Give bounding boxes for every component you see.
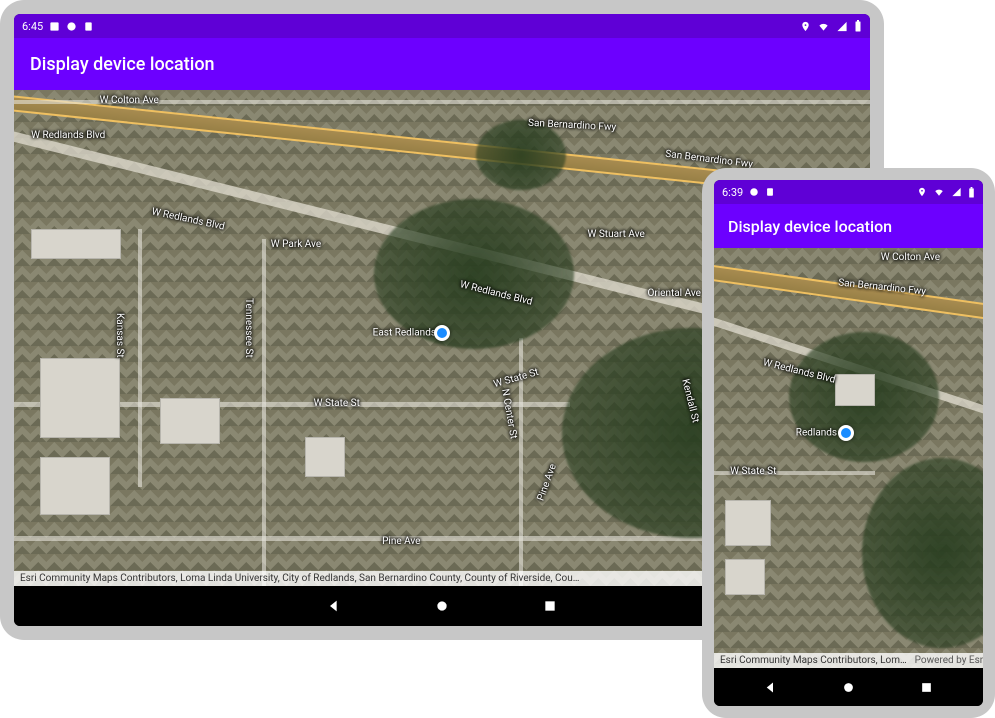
nav-back-button[interactable]: [762, 678, 780, 696]
app-bar: Display device location: [714, 204, 983, 248]
vegetation: [862, 458, 983, 648]
nav-bar: [714, 668, 983, 706]
app-bar: Display device location: [14, 38, 870, 90]
phone-status-bar: 6:39: [714, 180, 983, 204]
tablet-status-bar: 6:45: [14, 14, 870, 38]
powered-by: Powered by Esri: [915, 655, 983, 666]
street-label: W Colton Ave: [881, 252, 940, 263]
road-v: [519, 338, 523, 586]
signal-icon: [836, 21, 848, 32]
wifi-icon: [817, 21, 830, 32]
building: [835, 374, 875, 406]
map-attribution: Esri Community Maps Contributors, Lom… P…: [714, 653, 983, 668]
freeway: [714, 263, 983, 324]
signal-icon: [951, 187, 962, 197]
app-title: Display device location: [30, 54, 215, 75]
building: [40, 457, 110, 515]
building: [725, 500, 771, 546]
nav-recents-button[interactable]: [918, 678, 936, 696]
notif-icon-2: [765, 187, 775, 197]
street-label: W State St: [493, 367, 541, 390]
notif-icon: [749, 187, 759, 197]
battery-icon: [968, 187, 975, 198]
road-h: [14, 100, 870, 104]
vegetation: [476, 120, 566, 190]
attribution-text: Esri Community Maps Contributors, Loma L…: [20, 573, 579, 584]
street-label: N Center St: [500, 388, 520, 440]
building: [160, 398, 220, 444]
notif-icon-3: [83, 21, 94, 32]
location-label: East Redlands: [373, 328, 442, 339]
building: [305, 437, 345, 477]
status-time: 6:45: [22, 20, 43, 33]
building: [40, 358, 120, 438]
attribution-text: Esri Community Maps Contributors, Lom…: [720, 655, 907, 666]
phone-screen: 6:39 Display device location W Colton Av…: [714, 180, 983, 706]
street-label: W Park Ave: [271, 239, 321, 250]
location-label: Redlands: [796, 427, 843, 438]
building: [31, 229, 121, 259]
street-label: W Stuart Ave: [588, 229, 645, 240]
nav-back-button[interactable]: [325, 597, 343, 615]
road-v: [262, 239, 266, 586]
phone-device-frame: 6:39 Display device location W Colton Av…: [702, 168, 995, 718]
nav-home-button[interactable]: [433, 597, 451, 615]
location-icon: [917, 187, 927, 197]
road-h: [714, 471, 875, 475]
street-label: W Redlands Blvd: [151, 206, 226, 232]
app-title: Display device location: [728, 217, 892, 236]
building: [725, 559, 765, 595]
notif-icon: [49, 21, 60, 32]
street-label: Pine Ave: [535, 462, 558, 502]
map-view[interactable]: W Colton Ave San Bernardino Fwy W Redlan…: [714, 248, 983, 668]
status-time: 6:39: [722, 186, 743, 199]
wifi-icon: [933, 187, 945, 197]
road-v: [138, 229, 142, 487]
location-marker[interactable]: [838, 425, 854, 441]
street-label: Kansas St: [114, 313, 125, 358]
battery-icon: [854, 20, 862, 32]
nav-home-button[interactable]: [840, 678, 858, 696]
notif-icon-2: [66, 21, 77, 32]
location-icon: [800, 21, 811, 32]
location-marker[interactable]: [434, 325, 450, 341]
street-label: Tennessee St: [243, 298, 254, 358]
nav-recents-button[interactable]: [541, 597, 559, 615]
